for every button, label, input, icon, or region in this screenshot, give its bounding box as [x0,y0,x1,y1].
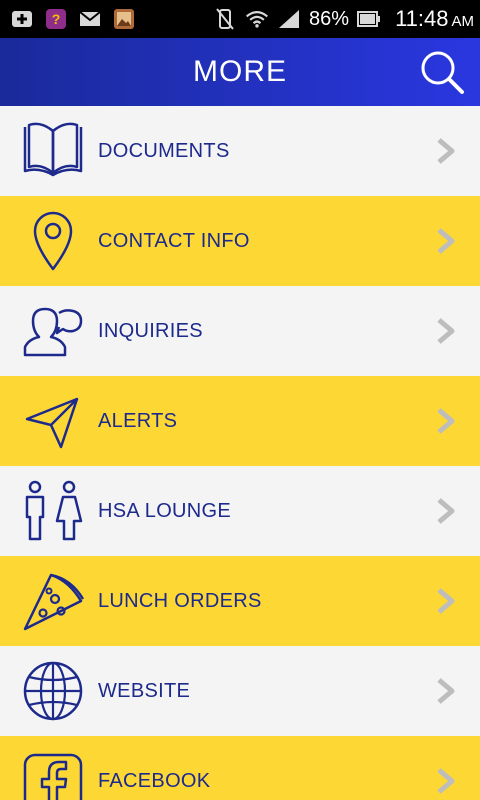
menu-item-label: WEBSITE [98,679,191,702]
menu-item-lunch-orders[interactable]: LUNCH ORDERS [0,556,480,646]
pizza-slice-icon [21,569,85,633]
search-icon [421,51,464,94]
battery-percent: 86% [309,7,350,30]
mail-icon [78,7,102,31]
menu-item-label: CONTACT INFO [98,229,250,252]
globe-icon [21,659,85,723]
page-title: MORE [193,55,287,88]
image-icon [112,7,136,31]
facebook-icon [21,749,85,800]
chevron-right-icon [434,586,458,616]
location-pin-icon [21,209,85,273]
question-app-icon: ? [44,7,68,31]
menu-item-alerts[interactable]: ALERTS [0,376,480,466]
status-bar-system: 86% 11:48 AM [213,6,474,32]
menu-item-documents[interactable]: DOCUMENTS [0,106,480,196]
menu-item-website[interactable]: WEBSITE [0,646,480,736]
restroom-people-icon [21,479,85,543]
add-notification-icon [10,7,34,31]
person-speech-icon [21,299,85,363]
chevron-right-icon [434,406,458,436]
battery-icon [357,7,381,31]
clock-time: 11:48 [395,6,449,31]
chevron-right-icon [434,496,458,526]
clock: 11:48 AM [395,6,474,32]
menu-item-contact-info[interactable]: CONTACT INFO [0,196,480,286]
chevron-right-icon [434,316,458,346]
svg-text:?: ? [52,11,61,27]
menu-item-hsa-lounge[interactable]: HSA LOUNGE [0,466,480,556]
status-bar: ? 86% 11:48 AM [0,0,480,38]
status-bar-notifications: ? [10,7,136,31]
chevron-right-icon [434,676,458,706]
chevron-right-icon [434,766,458,796]
search-button[interactable] [418,48,466,96]
wifi-icon [245,7,269,31]
menu-item-label: HSA LOUNGE [98,499,232,522]
menu-item-inquiries[interactable]: INQUIRIES [0,286,480,376]
menu-item-label: DOCUMENTS [98,139,230,162]
clock-ampm: AM [451,13,475,30]
vibrate-silent-icon [213,7,237,31]
menu-item-label: INQUIRIES [98,319,203,342]
chevron-right-icon [434,136,458,166]
menu-item-label: FACEBOOK [98,769,211,792]
book-icon [21,119,85,183]
signal-icon [277,7,301,31]
chevron-right-icon [434,226,458,256]
paper-plane-icon [21,389,85,453]
menu-item-label: LUNCH ORDERS [98,589,262,612]
menu-item-label: ALERTS [98,409,178,432]
menu-item-facebook[interactable]: FACEBOOK [0,736,480,800]
menu-list: DOCUMENTS CONTACT INFO INQUIRIES ALERTS … [0,106,480,800]
app-header: MORE [0,38,480,106]
